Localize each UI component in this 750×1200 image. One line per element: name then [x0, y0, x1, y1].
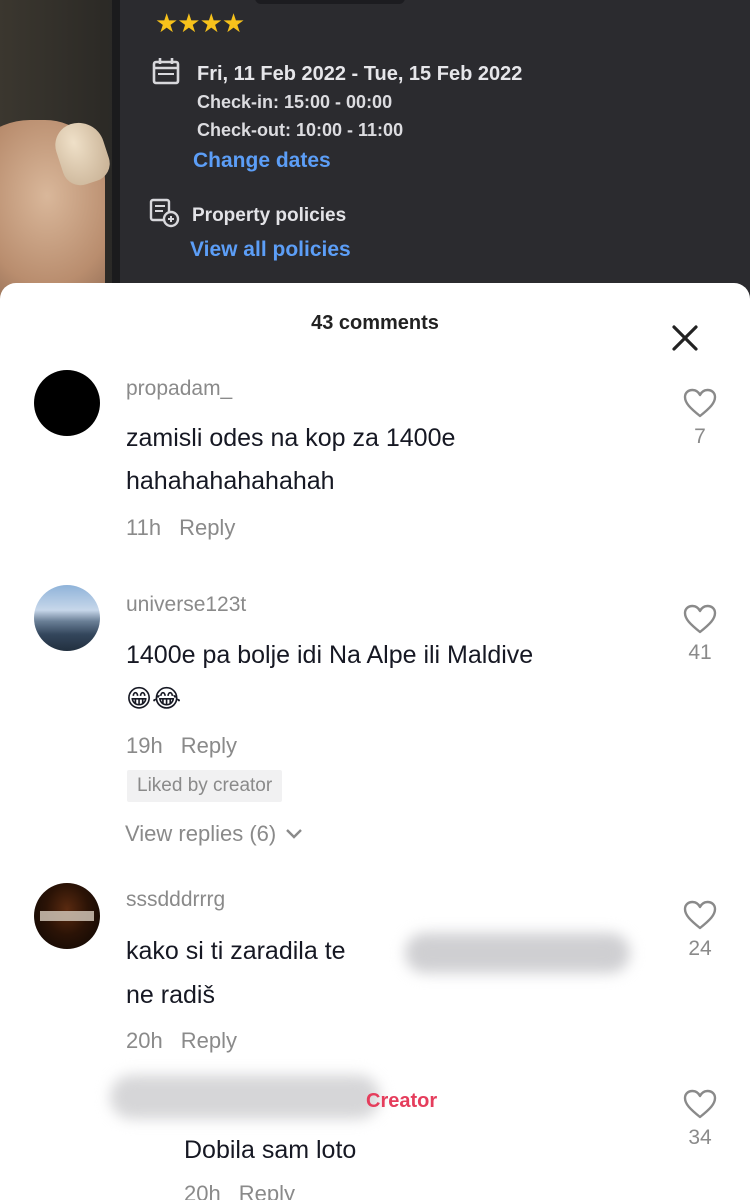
avatar[interactable]	[34, 585, 100, 651]
comment-text-line: zamisli odes na kop za 1400e	[126, 424, 456, 452]
comment-meta: 19h Reply	[126, 733, 237, 759]
redacted-avatar-and-username	[110, 1075, 380, 1119]
phone-screen-edge	[112, 0, 120, 300]
comment-text-line: 1400e pa bolje idi Na Alpe ili Maldive	[126, 641, 534, 669]
check-in-time: Check-in: 15:00 - 00:00	[197, 92, 393, 112]
like-count: 41	[688, 641, 712, 664]
avatar[interactable]	[34, 370, 100, 436]
booking-photo: ★★★★ Fri, 11 Feb 2022 - Tue, 15 Feb 2022…	[0, 0, 750, 300]
comments-sheet: 43 comments propadam_ zamisli odes na ko…	[0, 283, 750, 1200]
comment-time: 11h	[126, 515, 162, 540]
heart-icon	[683, 388, 717, 418]
comment-username[interactable]: sssdddrrrg	[126, 888, 225, 912]
reply-button[interactable]: Reply	[179, 515, 235, 540]
property-policies-label: Property policies	[192, 205, 347, 226]
like-button[interactable]: 34	[670, 1088, 730, 1150]
view-replies-button[interactable]: View replies (6)	[125, 821, 304, 847]
heart-icon	[683, 604, 717, 634]
comment-text-line: ne radiš	[126, 981, 215, 1009]
comment-meta: 11h Reply	[126, 515, 235, 541]
comment-meta: 20h Reply	[184, 1181, 295, 1200]
redacted-text	[405, 933, 630, 973]
comment-text-line: kako si ti zaradila te	[126, 937, 346, 965]
view-replies-label: View replies (6)	[125, 821, 277, 846]
like-button[interactable]: 41	[670, 603, 730, 665]
comment-meta: 20h Reply	[126, 1028, 237, 1054]
comment-time: 20h	[184, 1181, 221, 1200]
comment-emoji: 😁😂	[126, 685, 182, 713]
liked-by-creator-badge: Liked by creator	[127, 770, 283, 802]
comment-text-line: Dobila sam loto	[184, 1136, 357, 1164]
stay-dates: Fri, 11 Feb 2022 - Tue, 15 Feb 2022	[197, 63, 523, 85]
hotel-title-fragment	[255, 0, 405, 4]
like-button[interactable]: 24	[670, 899, 730, 961]
like-count: 34	[688, 1126, 712, 1149]
reply-button[interactable]: Reply	[239, 1181, 295, 1200]
avatar[interactable]	[34, 883, 100, 949]
policy-icon	[148, 196, 182, 235]
hotel-stars: ★★★★	[155, 8, 245, 38]
heart-icon	[683, 1089, 717, 1119]
comments-count-title: 43 comments	[311, 312, 439, 334]
comment-time: 19h	[126, 733, 163, 758]
chevron-down-icon	[286, 829, 303, 839]
change-dates-link[interactable]: Change dates	[193, 149, 331, 173]
comment-time: 20h	[126, 1028, 163, 1053]
check-out-time: Check-out: 10:00 - 11:00	[197, 120, 404, 140]
like-button[interactable]: 7	[670, 387, 730, 449]
heart-icon	[683, 900, 717, 930]
close-icon[interactable]	[668, 321, 702, 355]
comment-text-line: hahahahahahahah	[126, 467, 335, 495]
like-count: 24	[688, 937, 712, 960]
comment-username[interactable]: propadam_	[126, 377, 232, 401]
creator-badge: Creator	[366, 1090, 438, 1112]
view-all-policies-link[interactable]: View all policies	[190, 238, 351, 262]
comment-username[interactable]: universe123t	[126, 593, 246, 617]
calendar-icon	[150, 55, 182, 92]
reply-button[interactable]: Reply	[181, 733, 237, 758]
avatar-logo-band	[40, 911, 94, 921]
like-count: 7	[694, 425, 706, 448]
reply-button[interactable]: Reply	[181, 1028, 237, 1053]
